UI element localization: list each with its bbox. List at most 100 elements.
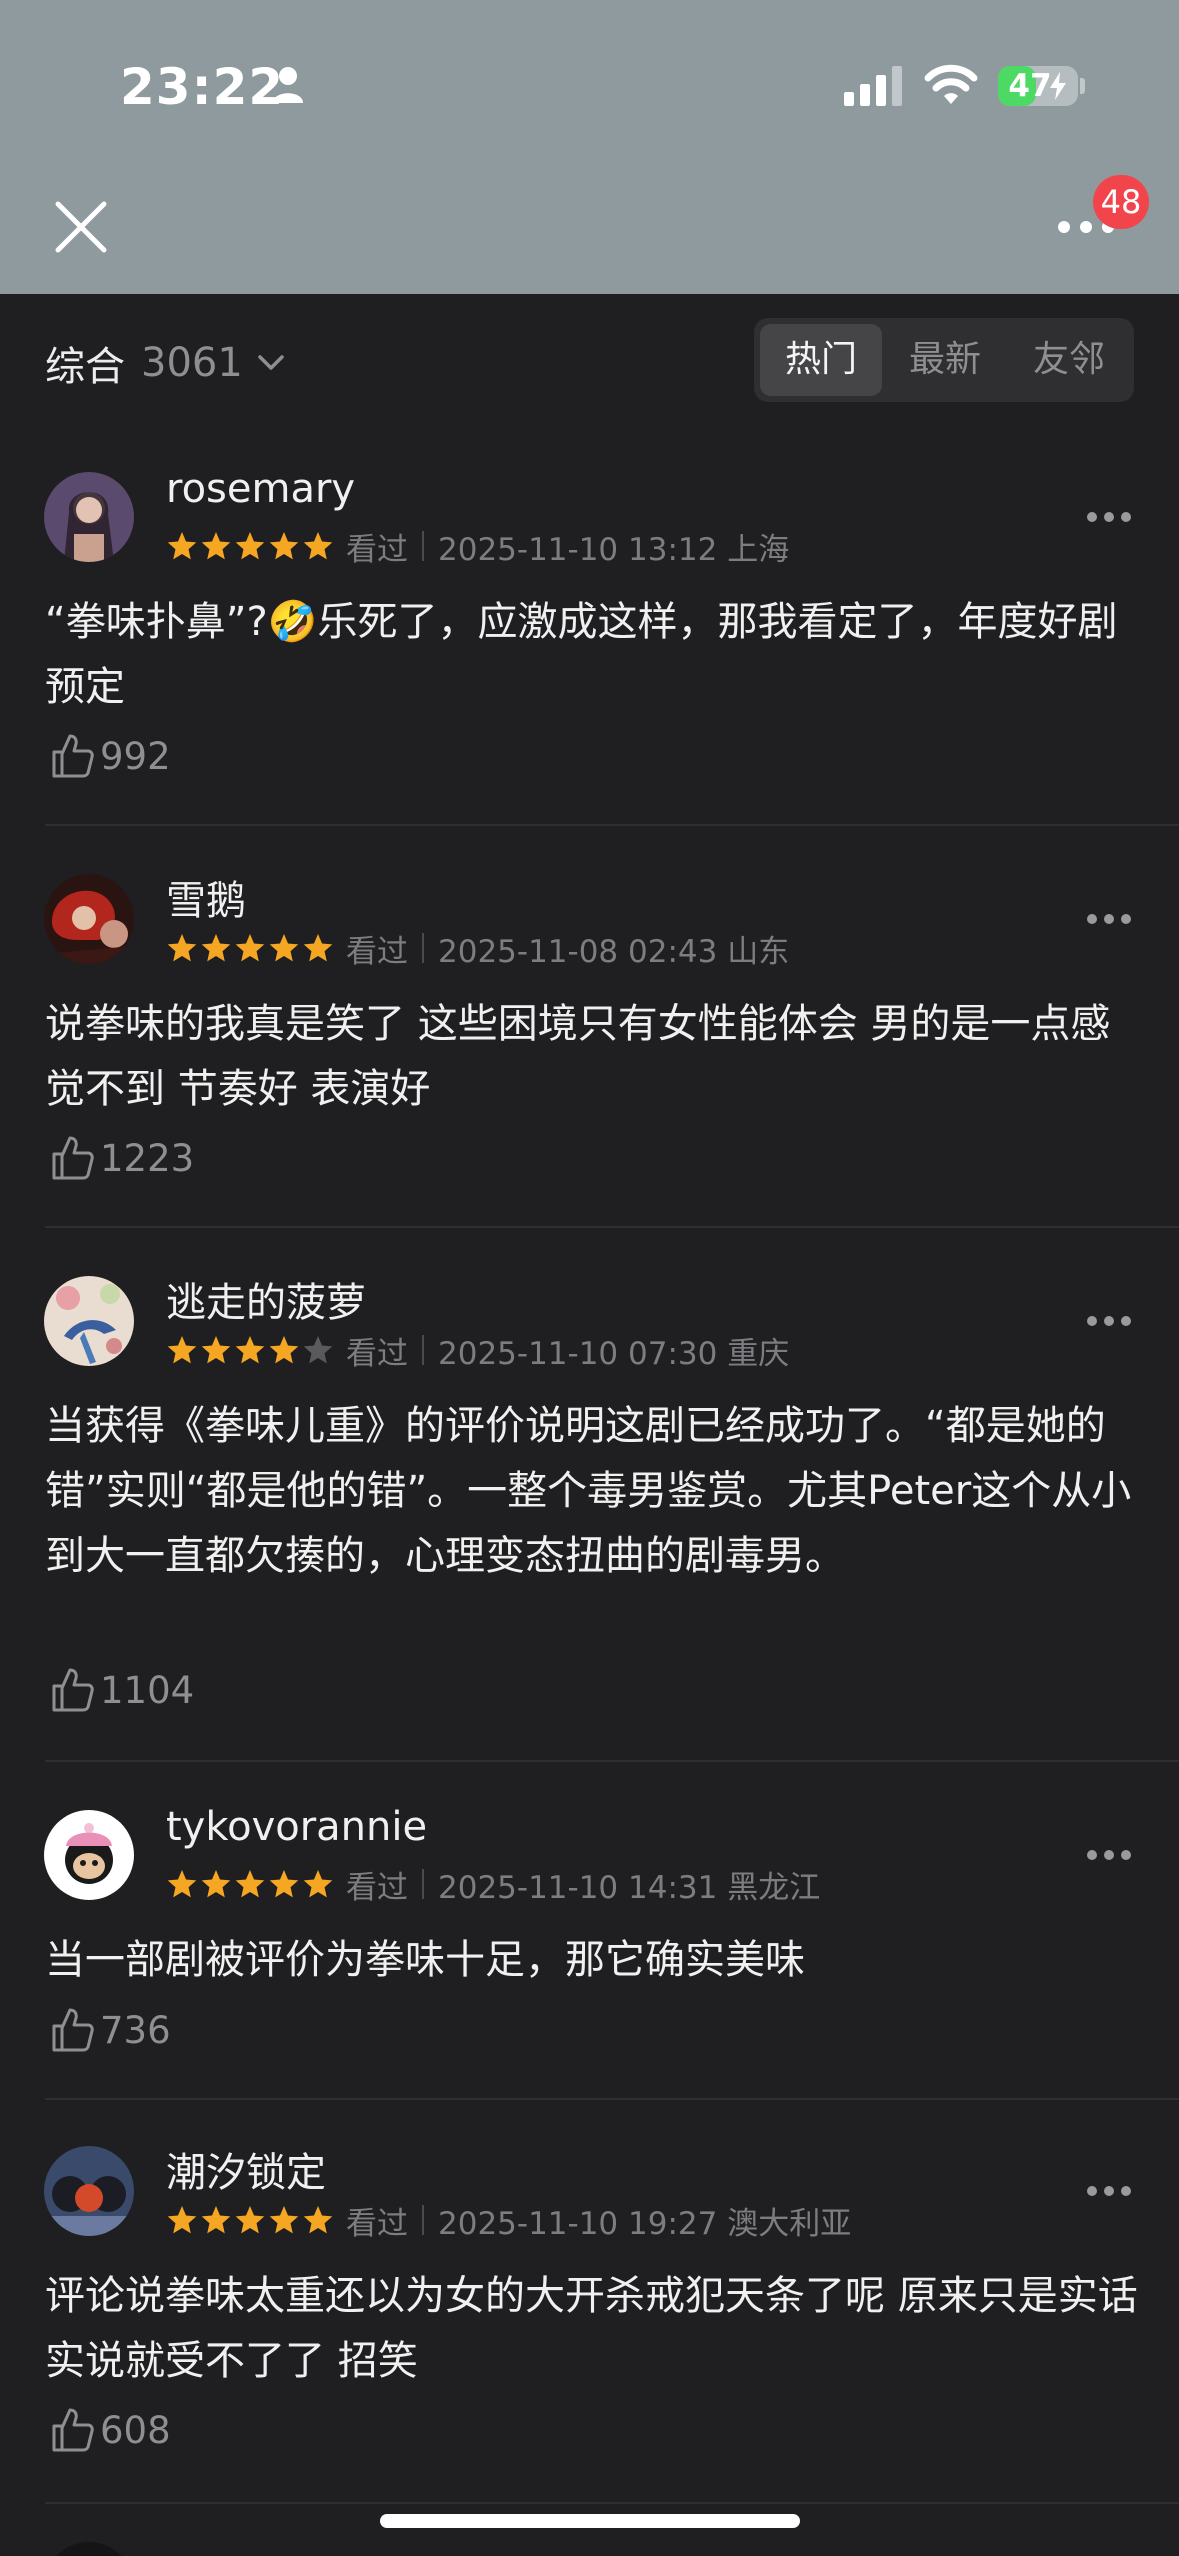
star-icon [167,1870,197,1898]
comment-datetime: 2025-11-10 07:30 重庆 [438,1335,790,1372]
person-icon [273,67,303,103]
avatar[interactable] [44,1276,134,1366]
thumbs-up-icon [52,2008,94,2052]
comment-meta: 看过 2025-11-10 14:31 黑龙江 [166,1864,821,1906]
avatar[interactable] [44,2542,134,2556]
battery-tip [1080,78,1085,94]
like-button[interactable]: 608 [48,2406,171,2454]
comment-text: 当获得《拳味儿重》的评价说明这剧已经成功了。“都是她的错”实则“都是他的错”。一… [45,1403,1132,1579]
star-icon [235,934,265,962]
star-icon [303,532,333,560]
star-icon [201,1336,231,1364]
comment-more-icon[interactable] [1086,1314,1132,1328]
comment-more-icon[interactable] [1086,912,1132,926]
star-icon [167,934,197,962]
tab-latest[interactable]: 最新 [884,324,1006,396]
avatar[interactable] [44,1810,134,1900]
sort-dropdown[interactable]: 综合 3061 [45,334,285,392]
avatar[interactable] [44,874,134,964]
comment-datetime: 2025-11-08 02:43 山东 [438,933,790,970]
tab-friends[interactable]: 友邻 [1008,324,1130,396]
star-icon [235,532,265,560]
thumbs-up-icon [52,734,94,778]
comment-meta: 看过 2025-11-10 13:12 上海 [166,526,789,568]
star-rating [166,932,336,964]
meta-divider [422,1335,424,1365]
close-icon[interactable] [50,196,112,258]
star-rating [166,1334,336,1366]
star-icon [167,2206,197,2234]
username[interactable]: 雪鹅 [166,868,246,926]
star-icon [303,934,333,962]
star-icon [303,1870,333,1898]
like-button[interactable]: 1223 [48,1134,194,1182]
like-button[interactable]: 736 [48,2006,171,2054]
star-icon [235,2206,265,2234]
comment-more-icon[interactable] [1086,510,1132,524]
star-icon [303,2206,333,2234]
charging-bolt-icon [1050,72,1066,100]
like-count: 1104 [100,1668,195,1712]
comment-datetime: 2025-11-10 14:31 黑龙江 [438,1869,821,1906]
comment-datetime: 2025-11-10 19:27 澳大利亚 [438,2205,852,2242]
comment-text: 评论说拳味太重还以为女的大开杀戒犯天条了呢 原来只是实话实说就受不了了 招笑 [45,2273,1138,2384]
star-icon [269,2206,299,2234]
comment-divider [45,2502,1179,2504]
sort-tabs: 热门 最新 友邻 [754,318,1134,402]
battery-icon: 47 [998,66,1078,106]
meta-divider [422,1869,424,1899]
watch-status: 看过 [346,1335,408,1372]
comment-text: “拳味扑鼻”?🤣乐死了，应激成这样，那我看定了，年度好剧预定 [45,599,1118,710]
comment-divider [45,824,1179,826]
signal-icon [844,66,902,106]
comment-divider [45,1226,1179,1228]
thumbs-up-icon [52,1668,94,1712]
username[interactable]: 潮汐锁定 [166,2140,326,2198]
watch-status: 看过 [346,531,408,568]
thumbs-up-icon [52,2408,94,2452]
star-rating [166,530,336,562]
comment-count: 3061 [141,340,243,386]
notification-badge: 48 [1093,175,1149,229]
like-button[interactable]: 992 [48,732,171,780]
top-header: 23:22 47 48 [0,0,1179,294]
avatar[interactable] [44,472,134,562]
star-icon [235,1870,265,1898]
comment-text: 当一部剧被评价为拳味十足，那它确实美味 [45,1937,805,1983]
star-icon [269,532,299,560]
watch-status: 看过 [346,1869,408,1906]
star-icon [167,532,197,560]
star-icon [201,934,231,962]
comment-divider [45,2098,1179,2100]
thumbs-up-icon [52,1136,94,1180]
star-icon [235,1336,265,1364]
comment-meta: 看过 2025-11-10 19:27 澳大利亚 [166,2200,852,2242]
comment-more-icon[interactable] [1086,1848,1132,1862]
comment-more-icon[interactable] [1086,2184,1132,2198]
star-icon [201,1870,231,1898]
username[interactable]: rosemary [166,466,355,512]
star-icon [201,2206,231,2234]
star-rating [166,2204,336,2236]
home-indicator[interactable] [380,2514,800,2528]
tab-hot[interactable]: 热门 [760,324,882,396]
status-time: 23:22 [120,58,285,116]
like-count: 992 [100,734,171,778]
username[interactable]: 逃走的菠萝 [166,1270,366,1328]
like-count: 608 [100,2408,171,2452]
username[interactable]: tykovorannie [166,1804,427,1850]
like-count: 736 [100,2008,171,2052]
star-icon [269,1870,299,1898]
comment-meta: 看过 2025-11-08 02:43 山东 [166,928,790,970]
sort-label: 综合 [45,344,125,390]
meta-divider [422,531,424,561]
comment-text: 说拳味的我真是笑了 这些困境只有女性能体会 男的是一点感觉不到 节奏好 表演好 [45,1001,1111,1112]
comment-meta: 看过 2025-11-10 07:30 重庆 [166,1330,790,1372]
avatar[interactable] [44,2146,134,2236]
meta-divider [422,933,424,963]
like-button[interactable]: 1104 [48,1666,194,1714]
star-icon [167,1336,197,1364]
watch-status: 看过 [346,2205,408,2242]
comment-divider [45,1760,1179,1762]
star-icon [201,532,231,560]
